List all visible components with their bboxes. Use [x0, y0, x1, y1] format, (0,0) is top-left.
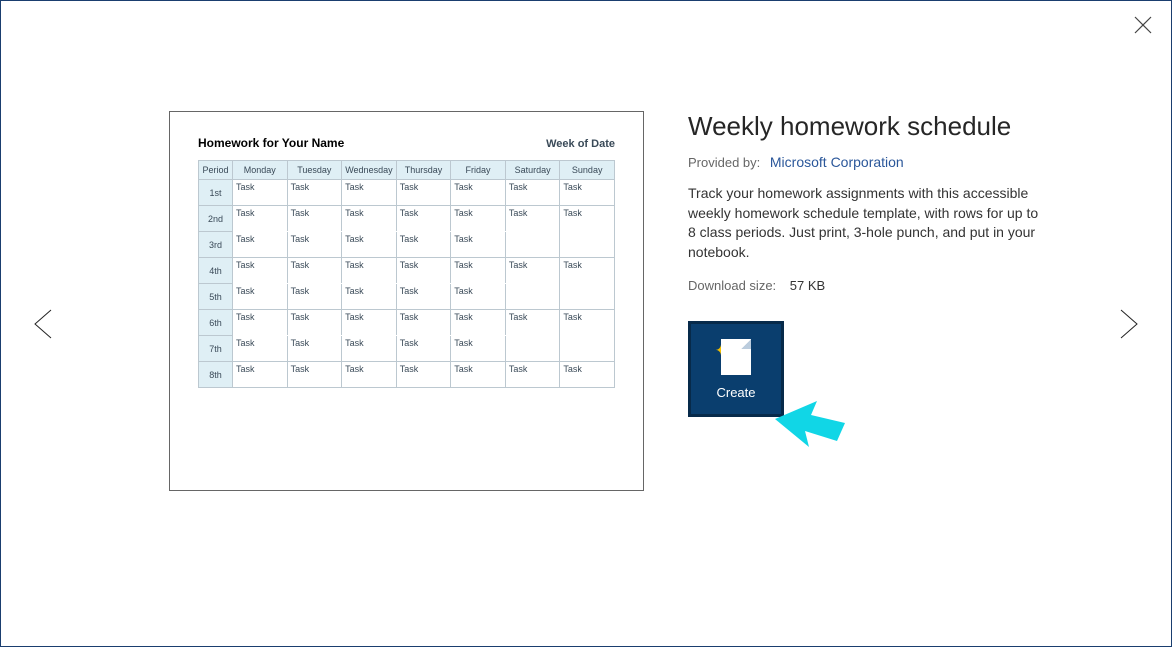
task-cell: Task — [451, 258, 506, 284]
task-cell: Task — [451, 206, 506, 232]
provider-link[interactable]: Microsoft Corporation — [770, 154, 904, 170]
provided-by-label: Provided by: — [688, 155, 760, 170]
task-cell: Task — [505, 180, 560, 206]
next-template-button[interactable] — [1109, 306, 1145, 342]
period-cell: 3rd — [199, 232, 233, 258]
task-cell: Task — [342, 310, 397, 336]
period-cell: 6th — [199, 310, 233, 336]
task-cell: Task — [396, 362, 451, 388]
day-header: Wednesday — [342, 161, 397, 180]
period-cell: 7th — [199, 336, 233, 362]
task-cell: Task — [287, 258, 342, 284]
day-header: Sunday — [560, 161, 615, 180]
download-size-row: Download size: 57 KB — [688, 278, 1048, 293]
previous-template-button[interactable] — [27, 306, 63, 342]
template-thumbnail: Homework for Your Name Week of Date Peri… — [169, 111, 644, 491]
task-cell: Task — [505, 362, 560, 388]
template-info-panel: Weekly homework schedule Provided by: Mi… — [688, 111, 1048, 491]
task-cell: Task — [342, 284, 397, 310]
task-cell: Task — [233, 310, 288, 336]
task-cell: Task — [233, 336, 288, 362]
template-description: Track your homework assignments with thi… — [688, 184, 1048, 262]
task-cell: Task — [560, 206, 615, 258]
schedule-table: Period Monday Tuesday Wednesday Thursday… — [198, 160, 615, 388]
task-cell: Task — [287, 284, 342, 310]
task-cell: Task — [287, 362, 342, 388]
download-size-value: 57 KB — [790, 278, 825, 293]
document-icon — [721, 339, 751, 375]
task-cell: Task — [451, 362, 506, 388]
period-cell: 5th — [199, 284, 233, 310]
template-preview-dialog: Homework for Your Name Week of Date Peri… — [0, 0, 1172, 647]
day-header: Tuesday — [287, 161, 342, 180]
task-cell: Task — [396, 232, 451, 258]
task-cell: Task — [233, 284, 288, 310]
task-cell: Task — [505, 310, 560, 362]
task-cell: Task — [451, 284, 506, 310]
task-cell: Task — [396, 206, 451, 232]
task-cell: Task — [451, 336, 506, 362]
task-cell: Task — [451, 232, 506, 258]
period-cell: 1st — [199, 180, 233, 206]
period-header: Period — [199, 161, 233, 180]
task-cell: Task — [233, 258, 288, 284]
task-cell: Task — [396, 336, 451, 362]
task-cell: Task — [233, 232, 288, 258]
provided-by-row: Provided by: Microsoft Corporation — [688, 154, 1048, 170]
task-cell: Task — [396, 310, 451, 336]
preview-week-label: Week of Date — [546, 138, 615, 150]
task-cell: Task — [287, 232, 342, 258]
download-size-label: Download size: — [688, 278, 776, 293]
day-header: Thursday — [396, 161, 451, 180]
task-cell: Task — [287, 180, 342, 206]
day-header: Saturday — [505, 161, 560, 180]
task-cell: Task — [287, 336, 342, 362]
task-cell: Task — [560, 310, 615, 362]
task-cell: Task — [451, 310, 506, 336]
task-cell: Task — [342, 362, 397, 388]
task-cell: Task — [505, 206, 560, 258]
task-cell: Task — [560, 258, 615, 310]
period-cell: 2nd — [199, 206, 233, 232]
create-button-label: Create — [716, 385, 755, 400]
task-cell: Task — [233, 180, 288, 206]
task-cell: Task — [342, 206, 397, 232]
task-cell: Task — [396, 284, 451, 310]
task-cell: Task — [451, 180, 506, 206]
preview-heading: Homework for Your Name — [198, 136, 344, 150]
template-title: Weekly homework schedule — [688, 111, 1048, 142]
task-cell: Task — [396, 258, 451, 284]
task-cell: Task — [287, 206, 342, 232]
period-cell: 4th — [199, 258, 233, 284]
task-cell: Task — [342, 258, 397, 284]
task-cell: Task — [560, 362, 615, 388]
task-cell: Task — [287, 310, 342, 336]
task-cell: Task — [342, 336, 397, 362]
day-header: Monday — [233, 161, 288, 180]
day-header: Friday — [451, 161, 506, 180]
task-cell: Task — [560, 180, 615, 206]
task-cell: Task — [396, 180, 451, 206]
period-cell: 8th — [199, 362, 233, 388]
task-cell: Task — [233, 206, 288, 232]
close-icon[interactable] — [1131, 13, 1155, 37]
task-cell: Task — [342, 180, 397, 206]
task-cell: Task — [342, 232, 397, 258]
task-cell: Task — [505, 258, 560, 310]
create-button[interactable]: ✦ Create — [688, 321, 784, 417]
task-cell: Task — [233, 362, 288, 388]
